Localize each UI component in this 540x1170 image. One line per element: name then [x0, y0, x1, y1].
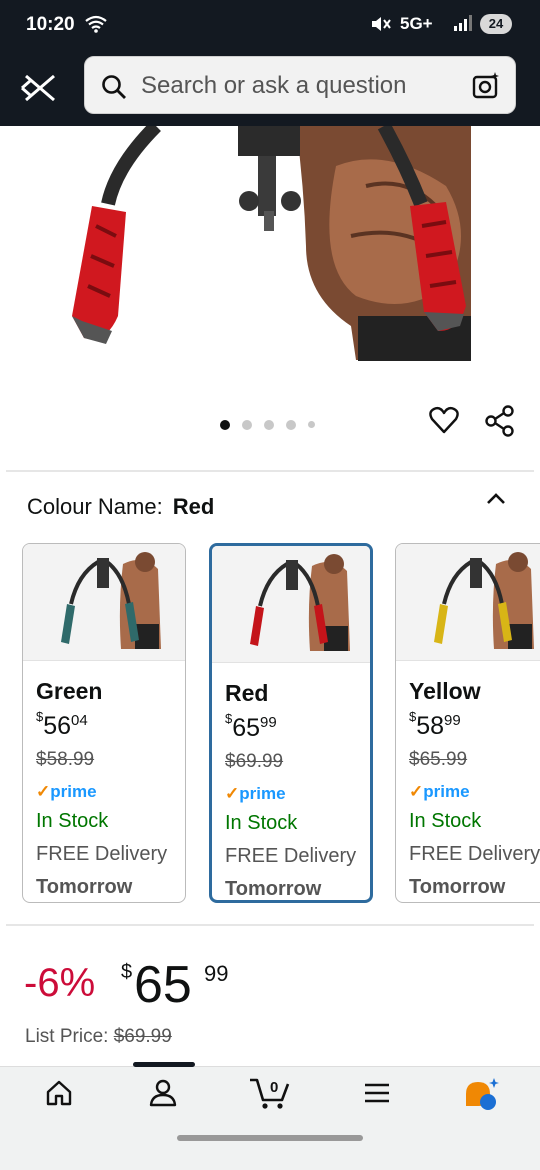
option-illustration	[250, 554, 350, 651]
status-bar: 10:20 5G+ 24	[0, 0, 540, 48]
price-cents: 99	[204, 961, 229, 986]
image-carousel-dots[interactable]	[220, 416, 327, 430]
colour-label-text: Colour Name:	[27, 494, 163, 519]
option-stock-status: In Stock	[36, 810, 109, 832]
option-price: $5899	[409, 708, 461, 741]
prime-check-icon: ✓	[36, 782, 51, 801]
signal-icon	[454, 15, 472, 31]
option-delivery: FREE Delivery	[36, 843, 168, 865]
colour-selected-value: Red	[172, 494, 215, 519]
option-name: Yellow	[409, 678, 481, 704]
option-price-whole: 58	[416, 712, 445, 740]
option-delivery-day: Tomorrow	[225, 878, 322, 900]
gesture-home-bar[interactable]	[177, 1135, 363, 1141]
option-price-currency: $	[36, 708, 44, 724]
carousel-dot[interactable]	[308, 421, 315, 429]
prime-badge: ✓prime	[409, 782, 470, 802]
carousel-dot[interactable]	[286, 419, 296, 430]
option-stock-status: In Stock	[225, 812, 298, 834]
price-currency: $	[121, 961, 133, 983]
menu-icon[interactable]	[362, 1078, 392, 1108]
option-was-price: $65.99	[409, 749, 468, 770]
list-price-label: List Price:	[25, 1026, 109, 1047]
option-price-cents: 99	[444, 712, 461, 729]
prime-label: prime	[50, 782, 97, 801]
colour-option-green[interactable]: Green $5604 $58.99 ✓prime In Stock FREE Deliv…	[22, 543, 186, 903]
close-icon[interactable]	[20, 72, 60, 104]
option-thumbnail	[23, 544, 185, 661]
option-price: $6599	[225, 710, 277, 743]
share-icon[interactable]	[484, 405, 516, 437]
option-delivery: FREE Delivery	[409, 843, 540, 865]
discount-percent: -6%	[24, 961, 96, 1005]
prime-check-icon: ✓	[409, 782, 424, 801]
home-icon[interactable]	[44, 1078, 74, 1108]
option-delivery-day: Tomorrow	[36, 876, 133, 898]
cart-count: 0	[270, 1079, 278, 1096]
cart-icon[interactable]: 0	[248, 1074, 292, 1110]
heart-icon[interactable]	[429, 406, 459, 434]
prime-check-icon: ✓	[225, 784, 240, 803]
option-was-price: $69.99	[225, 751, 284, 772]
colour-option-red[interactable]: Red $6599 $69.99 ✓prime In Stock FREE Deliver…	[209, 543, 373, 903]
active-tab-indicator	[133, 1062, 195, 1067]
search-icon	[102, 75, 126, 99]
option-delivery: FREE Delivery	[225, 845, 357, 867]
search-placeholder: Search or ask a question	[141, 72, 407, 99]
option-price-whole: 56	[43, 712, 72, 740]
option-name: Red	[225, 680, 269, 706]
option-thumbnail	[396, 544, 540, 661]
colour-selector-label: Colour Name: Red	[27, 494, 214, 520]
option-price: $5604	[36, 708, 88, 741]
chevron-up-icon[interactable]	[484, 488, 508, 508]
price-whole: 65	[134, 956, 192, 1014]
prime-label: prime	[423, 782, 470, 801]
option-name: Green	[36, 678, 103, 704]
account-icon[interactable]	[148, 1078, 178, 1108]
option-price-whole: 65	[232, 714, 261, 742]
option-price-cents: 99	[260, 714, 277, 731]
prime-label: prime	[239, 784, 286, 803]
rufus-icon[interactable]	[462, 1076, 502, 1112]
battery-indicator: 24	[480, 14, 512, 34]
mute-icon	[372, 17, 391, 31]
search-input[interactable]: Search or ask a question	[84, 56, 516, 114]
section-divider	[6, 470, 534, 472]
carousel-dot[interactable]	[220, 419, 230, 430]
list-price-value: $69.99	[113, 1026, 172, 1047]
network-label: 5G+	[400, 14, 433, 33]
carousel-dot[interactable]	[242, 419, 252, 430]
camera-search-icon[interactable]	[471, 71, 501, 101]
prime-badge: ✓prime	[36, 782, 97, 802]
prime-badge: ✓prime	[225, 784, 286, 804]
carousel-dot[interactable]	[264, 419, 274, 430]
option-was-price: $58.99	[36, 749, 95, 770]
option-price-currency: $	[225, 710, 233, 726]
option-delivery-day: Tomorrow	[409, 876, 506, 898]
option-illustration	[61, 552, 161, 649]
option-price-currency: $	[409, 708, 417, 724]
list-price: List Price: $69.99	[25, 1026, 172, 1048]
option-stock-status: In Stock	[409, 810, 482, 832]
wifi-icon	[85, 15, 107, 33]
colour-option-yellow[interactable]: Yellow $5899 $65.99 ✓prime In Stock FREE Deli…	[395, 543, 540, 903]
status-time: 10:20	[26, 14, 75, 35]
option-price-cents: 04	[71, 712, 88, 729]
option-thumbnail	[212, 546, 370, 663]
section-divider	[6, 924, 534, 926]
option-illustration	[434, 552, 534, 649]
